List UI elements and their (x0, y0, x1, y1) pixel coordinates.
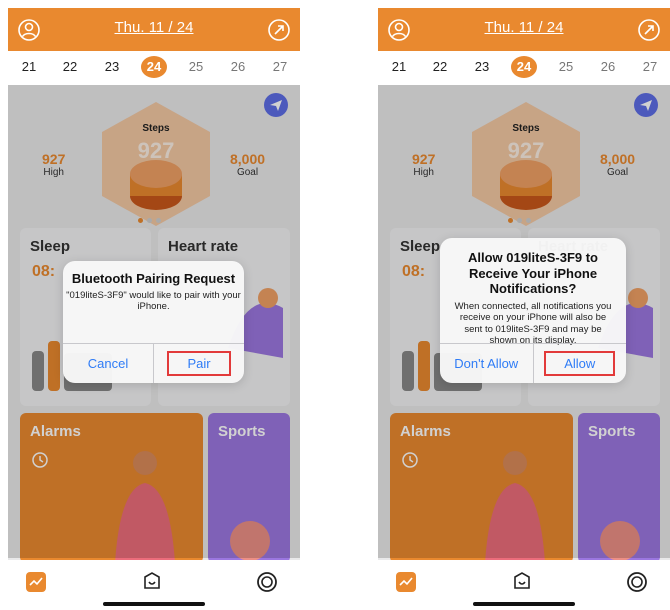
high-stat: 927 High (412, 151, 435, 178)
high-label: High (43, 167, 64, 178)
high-value: 927 (42, 151, 66, 167)
page-dots (508, 210, 538, 223)
day-item[interactable]: 23 (469, 59, 495, 74)
send-icon[interactable] (634, 93, 658, 117)
share-icon[interactable] (636, 17, 662, 43)
goal-stat: 8,000 Goal (230, 151, 265, 178)
day-item[interactable]: 27 (637, 59, 663, 74)
alarms-card[interactable]: Alarms (20, 413, 203, 563)
dialog-buttons: Cancel Pair (63, 343, 244, 383)
day-item[interactable]: 26 (595, 59, 621, 74)
dialog-buttons: Don't Allow Allow (440, 343, 626, 383)
week-day-strip: 21 22 23 24 25 26 27 (378, 51, 670, 85)
app-header: Thu. 11 / 24 (8, 8, 300, 51)
cancel-button[interactable]: Cancel (63, 344, 153, 383)
steps-hexagon-graphic (472, 102, 580, 226)
phone-screen-left: Thu. 11 / 24 21 22 23 24 25 26 27 Steps … (8, 8, 300, 610)
day-item[interactable]: 25 (183, 59, 209, 74)
tab-bar (8, 560, 300, 610)
app-header: Thu. 11 / 24 (378, 8, 670, 51)
sleep-title: Sleep (400, 238, 441, 255)
day-item[interactable]: 27 (267, 59, 293, 74)
allow-button[interactable]: Allow (532, 344, 627, 383)
sports-title: Sports (218, 423, 266, 440)
share-icon[interactable] (266, 17, 292, 43)
sports-title: Sports (588, 423, 636, 440)
alarm-clock-icon (32, 452, 48, 468)
high-stat: 927 High (42, 151, 65, 178)
activity-tab-icon[interactable] (24, 570, 48, 594)
watch-face-tab-icon[interactable] (625, 570, 649, 594)
week-day-strip: 21 22 23 24 25 26 27 (8, 51, 300, 85)
dont-allow-button[interactable]: Don't Allow (440, 344, 533, 383)
home-indicator (103, 602, 205, 606)
heart-rate-title: Heart rate (168, 238, 239, 255)
goal-label: Goal (236, 167, 259, 178)
person-illustration (115, 451, 175, 563)
steps-hexagon-graphic (102, 102, 210, 226)
day-item[interactable]: 26 (225, 59, 251, 74)
pair-button-label[interactable]: Pair (167, 351, 231, 376)
dialog-message: "019liteS-3F9" would like to pair with y… (66, 290, 241, 313)
day-item[interactable]: 21 (16, 59, 42, 74)
goal-value: 8,000 (230, 151, 266, 167)
goal-value: 8,000 (600, 151, 636, 167)
sports-card[interactable]: Sports (208, 413, 290, 563)
alarms-card[interactable]: Alarms (390, 413, 573, 563)
home-indicator (473, 602, 575, 606)
goal-stat: 8,000 Goal (600, 151, 635, 178)
high-label: High (413, 167, 434, 178)
alarm-clock-icon (402, 452, 418, 468)
dialog-message: When connected, all notifications you re… (454, 300, 612, 346)
activity-tab-icon[interactable] (394, 570, 418, 594)
alarms-title: Alarms (30, 423, 81, 440)
tab-bar (378, 560, 670, 610)
goal-label: Goal (606, 167, 629, 178)
page-dots (138, 210, 168, 223)
dialog-title: Bluetooth Pairing Request (71, 271, 236, 286)
high-value: 927 (412, 151, 436, 167)
send-icon[interactable] (264, 93, 288, 117)
alarms-title: Alarms (400, 423, 451, 440)
notification-permission-dialog: Allow 019liteS-3F9 to Receive Your iPhon… (440, 238, 626, 383)
running-icon[interactable] (600, 521, 640, 561)
bluetooth-pairing-dialog: Bluetooth Pairing Request "019liteS-3F9"… (63, 261, 244, 383)
day-item[interactable]: 22 (57, 59, 83, 74)
date-title[interactable]: Thu. 11 / 24 (8, 19, 300, 36)
day-item[interactable]: 25 (553, 59, 579, 74)
running-icon[interactable] (230, 521, 270, 561)
day-item-selected[interactable]: 24 (511, 56, 537, 78)
watch-face-tab-icon[interactable] (255, 570, 279, 594)
day-item[interactable]: 21 (386, 59, 412, 74)
person-illustration (485, 451, 545, 563)
phone-screen-right: Thu. 11 / 24 21 22 23 24 25 26 27 Steps … (378, 8, 670, 610)
day-item-selected[interactable]: 24 (141, 56, 167, 78)
device-tab-icon[interactable] (510, 570, 534, 594)
date-title[interactable]: Thu. 11 / 24 (378, 19, 670, 36)
device-tab-icon[interactable] (140, 570, 164, 594)
sleep-time: 08: (32, 263, 56, 280)
sleep-title: Sleep (30, 238, 71, 255)
pair-button[interactable]: Pair (153, 344, 244, 383)
sleep-time: 08: (402, 263, 426, 280)
allow-button-label[interactable]: Allow (544, 351, 616, 376)
dialog-title: Allow 019liteS-3F9 to Receive Your iPhon… (467, 250, 599, 297)
day-item[interactable]: 22 (427, 59, 453, 74)
day-item[interactable]: 23 (99, 59, 125, 74)
sports-card[interactable]: Sports (578, 413, 660, 563)
